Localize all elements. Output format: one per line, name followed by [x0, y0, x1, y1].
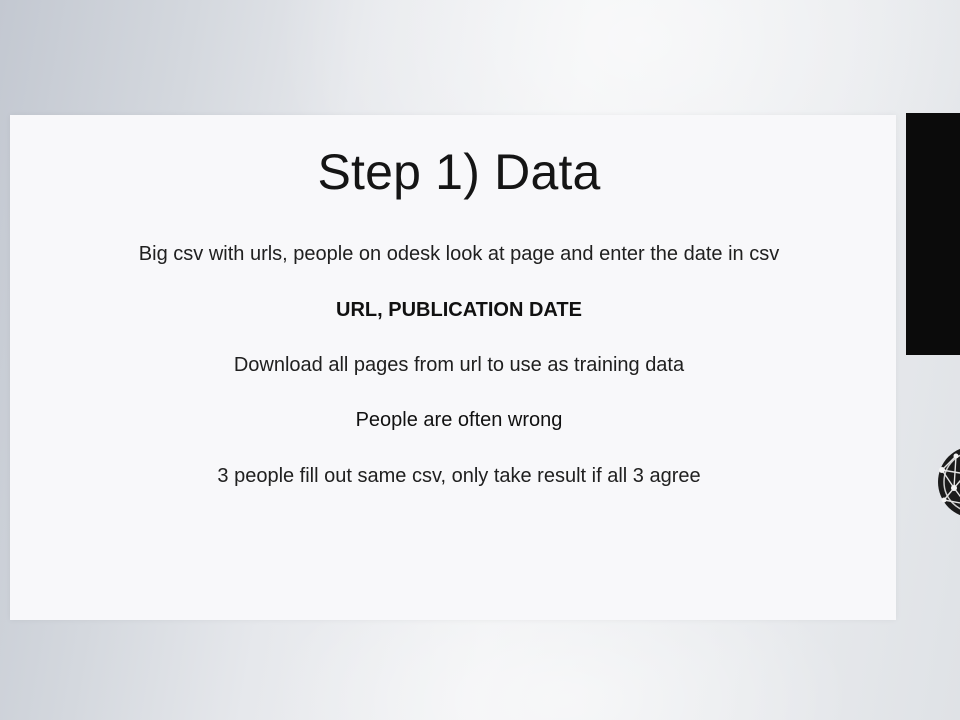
speaker-video-panel: [906, 113, 960, 355]
slide-bullet-people-wrong: People are often wrong: [355, 409, 563, 431]
slide-bullet-agreement: 3 people fill out same csv, only take re…: [217, 465, 701, 487]
slide-bullet-columns: URL, PUBLICATION DATE: [336, 299, 582, 321]
slide-bullet-download: Download all pages from url to use as tr…: [233, 354, 685, 376]
slide-bullet-csv-urls: Big csv with urls, people on odesk look …: [138, 243, 780, 265]
slide-title: Step 1) Data: [317, 144, 601, 200]
network-globe-icon: [936, 444, 960, 520]
